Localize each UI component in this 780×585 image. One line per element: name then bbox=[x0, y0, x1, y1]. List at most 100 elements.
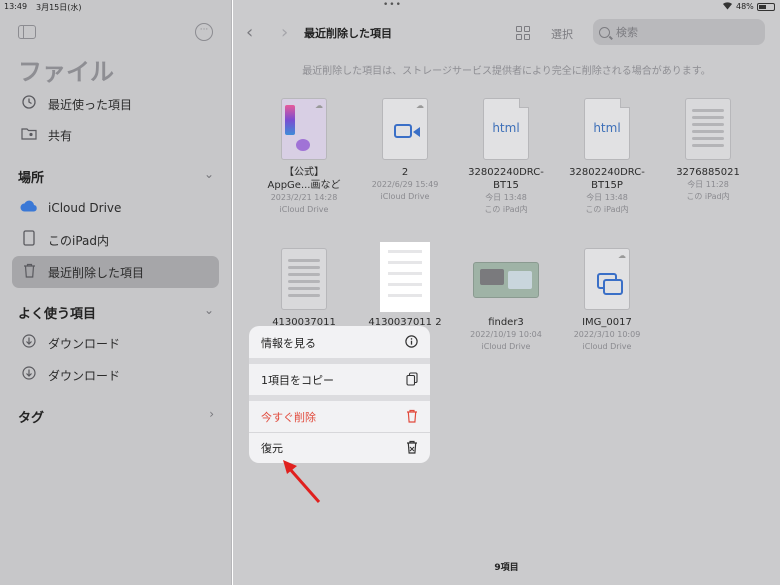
menu-item-label: 今すぐ削除 bbox=[261, 410, 316, 424]
file-thumbnail bbox=[685, 98, 731, 160]
battery-icon bbox=[757, 3, 775, 11]
cloud-download-icon: ☁ bbox=[618, 251, 626, 260]
file-name: finder3 bbox=[488, 317, 524, 328]
item-count: 9項目 bbox=[494, 563, 519, 573]
section-header-tags[interactable]: タグ › bbox=[18, 407, 218, 426]
forward-chevron-icon[interactable]: › bbox=[281, 22, 288, 43]
trash-icon bbox=[406, 409, 418, 426]
file-name: 3276885021 bbox=[676, 167, 740, 178]
sidebar-item-label: 共有 bbox=[48, 128, 73, 143]
file-item[interactable]: 4130037011 2 bbox=[354, 242, 456, 329]
info-icon bbox=[405, 335, 418, 351]
multitask-dots-icon[interactable]: ••• bbox=[383, 0, 402, 10]
back-chevron-icon[interactable]: ‹ bbox=[246, 22, 253, 43]
cloud-download-icon: ☁ bbox=[416, 101, 424, 110]
file-date: 今日 13:48 bbox=[586, 193, 628, 202]
sidebar-item-icloud-drive[interactable]: iCloud Drive bbox=[12, 194, 219, 222]
menu-item-get-info[interactable]: 情報を見る bbox=[249, 328, 430, 357]
file-thumbnail: ☁ bbox=[382, 98, 428, 160]
grid-view-icon[interactable] bbox=[516, 26, 530, 40]
wifi-icon bbox=[722, 1, 733, 12]
file-item[interactable]: ☁ 2 2022/6/29 15:49 iCloud Drive bbox=[354, 98, 456, 203]
search-icon bbox=[599, 26, 610, 38]
cloud-download-icon: ☁ bbox=[315, 101, 323, 110]
file-thumbnail: ☁ bbox=[281, 98, 327, 160]
copy-icon bbox=[406, 372, 418, 389]
file-location: iCloud Drive bbox=[582, 342, 632, 351]
chevron-down-icon: ⌄ bbox=[203, 167, 214, 181]
sidebar-item-recently-deleted[interactable]: 最近削除した項目 bbox=[12, 256, 219, 288]
sidebar-toggle-icon[interactable] bbox=[18, 25, 36, 39]
file-thumbnail bbox=[281, 248, 327, 310]
section-title: 場所 bbox=[18, 171, 45, 186]
sidebar-item-recents[interactable]: 最近使った項目 bbox=[12, 90, 219, 118]
file-item[interactable]: html 32802240DRC- BT15P 今日 13:48 この iPad内 bbox=[556, 98, 658, 216]
file-thumbnail bbox=[473, 262, 539, 298]
select-button[interactable]: 選択 bbox=[551, 26, 573, 42]
file-location: この iPad内 bbox=[585, 205, 629, 214]
sidebar-item-label: 最近削除した項目 bbox=[48, 265, 145, 280]
sidebar-item-label: このiPad内 bbox=[48, 233, 110, 248]
file-name: 【公式】 bbox=[284, 167, 324, 178]
file-name: BT15 bbox=[493, 180, 519, 191]
file-thumbnail: html bbox=[483, 98, 529, 160]
file-date: 2022/6/29 15:49 bbox=[371, 180, 439, 189]
file-item[interactable]: html 32802240DRC- BT15 今日 13:48 この iPad内 bbox=[455, 98, 557, 216]
sidebar-item-downloads[interactable]: ダウンロード bbox=[12, 361, 219, 389]
file-location: iCloud Drive bbox=[481, 342, 531, 351]
section-title: よく使う項目 bbox=[18, 307, 97, 322]
search-placeholder: 検索 bbox=[616, 26, 638, 39]
file-date: 2022/10/19 10:04 bbox=[470, 330, 542, 339]
sidebar: ··· ファイル 最近使った項目 共有 場所 ⌄ iCloud Drive この… bbox=[0, 0, 232, 585]
sidebar-item-label: 最近使った項目 bbox=[48, 97, 133, 112]
sidebar-item-downloads[interactable]: ダウンロード bbox=[12, 329, 219, 357]
file-name: BT15P bbox=[591, 180, 623, 191]
file-item[interactable]: ☁ IMG_0017 2022/3/10 10:09 iCloud Drive bbox=[556, 248, 658, 353]
ipad-icon bbox=[18, 230, 40, 250]
file-date: 今日 13:48 bbox=[485, 193, 527, 202]
menu-item-label: 情報を見る bbox=[261, 336, 316, 350]
file-thumbnail: ☁ bbox=[584, 248, 630, 310]
file-date: 2022/3/10 10:09 bbox=[573, 330, 641, 339]
file-item[interactable]: 4130037011 bbox=[253, 248, 355, 329]
chevron-down-icon: ⌄ bbox=[203, 303, 214, 317]
images-icon bbox=[597, 273, 623, 295]
sidebar-item-shared[interactable]: 共有 bbox=[12, 121, 219, 149]
section-title: タグ bbox=[18, 411, 45, 426]
sidebar-item-on-my-ipad[interactable]: このiPad内 bbox=[12, 226, 219, 254]
menu-item-delete-now[interactable]: 今すぐ削除 bbox=[249, 402, 430, 431]
status-date: 3月15日(水) bbox=[36, 3, 82, 12]
section-header-locations[interactable]: 場所 ⌄ bbox=[18, 167, 218, 186]
video-icon bbox=[394, 124, 420, 138]
shared-folder-icon bbox=[18, 127, 40, 144]
menu-item-copy[interactable]: 1項目をコピー bbox=[249, 365, 430, 394]
sidebar-title: ファイル bbox=[18, 58, 114, 86]
search-input[interactable]: 検索 bbox=[593, 19, 765, 45]
battery-percent: 48% bbox=[736, 2, 754, 11]
file-name: 32802240DRC- bbox=[569, 167, 645, 178]
file-location: この iPad内 bbox=[484, 205, 528, 214]
file-name: AppGe...画など bbox=[267, 180, 341, 191]
file-location: iCloud Drive bbox=[380, 192, 430, 201]
status-time: 13:49 bbox=[4, 2, 28, 11]
download-icon bbox=[18, 334, 40, 352]
download-icon bbox=[18, 366, 40, 384]
restore-trash-icon bbox=[406, 440, 418, 457]
context-menu: 情報を見る 1項目をコピー 今すぐ削除 復元 bbox=[249, 326, 430, 463]
section-header-favorites[interactable]: よく使う項目 ⌄ bbox=[18, 303, 218, 322]
file-item[interactable]: 3276885021 今日 11:28 この iPad内 bbox=[657, 98, 759, 203]
chevron-right-icon: › bbox=[209, 407, 214, 421]
file-item[interactable]: ☁ 【公式】 AppGe...画など 2023/2/21 14:28 iCloud… bbox=[253, 98, 355, 216]
sidebar-item-label: ダウンロード bbox=[48, 368, 121, 383]
more-options-icon[interactable]: ··· bbox=[195, 23, 213, 41]
clock-icon bbox=[18, 95, 40, 113]
trash-icon bbox=[18, 263, 40, 282]
file-item[interactable]: finder3 2022/10/19 10:04 iCloud Drive bbox=[455, 248, 557, 353]
file-name: IMG_0017 bbox=[582, 317, 632, 328]
file-location: iCloud Drive bbox=[279, 205, 329, 214]
sidebar-item-label: iCloud Drive bbox=[48, 201, 122, 215]
page-title: 最近削除した項目 bbox=[304, 27, 392, 40]
file-name: 2 bbox=[401, 167, 409, 178]
status-bar: 13:49 3月15日(水) ••• 48% bbox=[0, 0, 780, 14]
file-date: 2023/2/21 14:28 bbox=[270, 193, 338, 202]
